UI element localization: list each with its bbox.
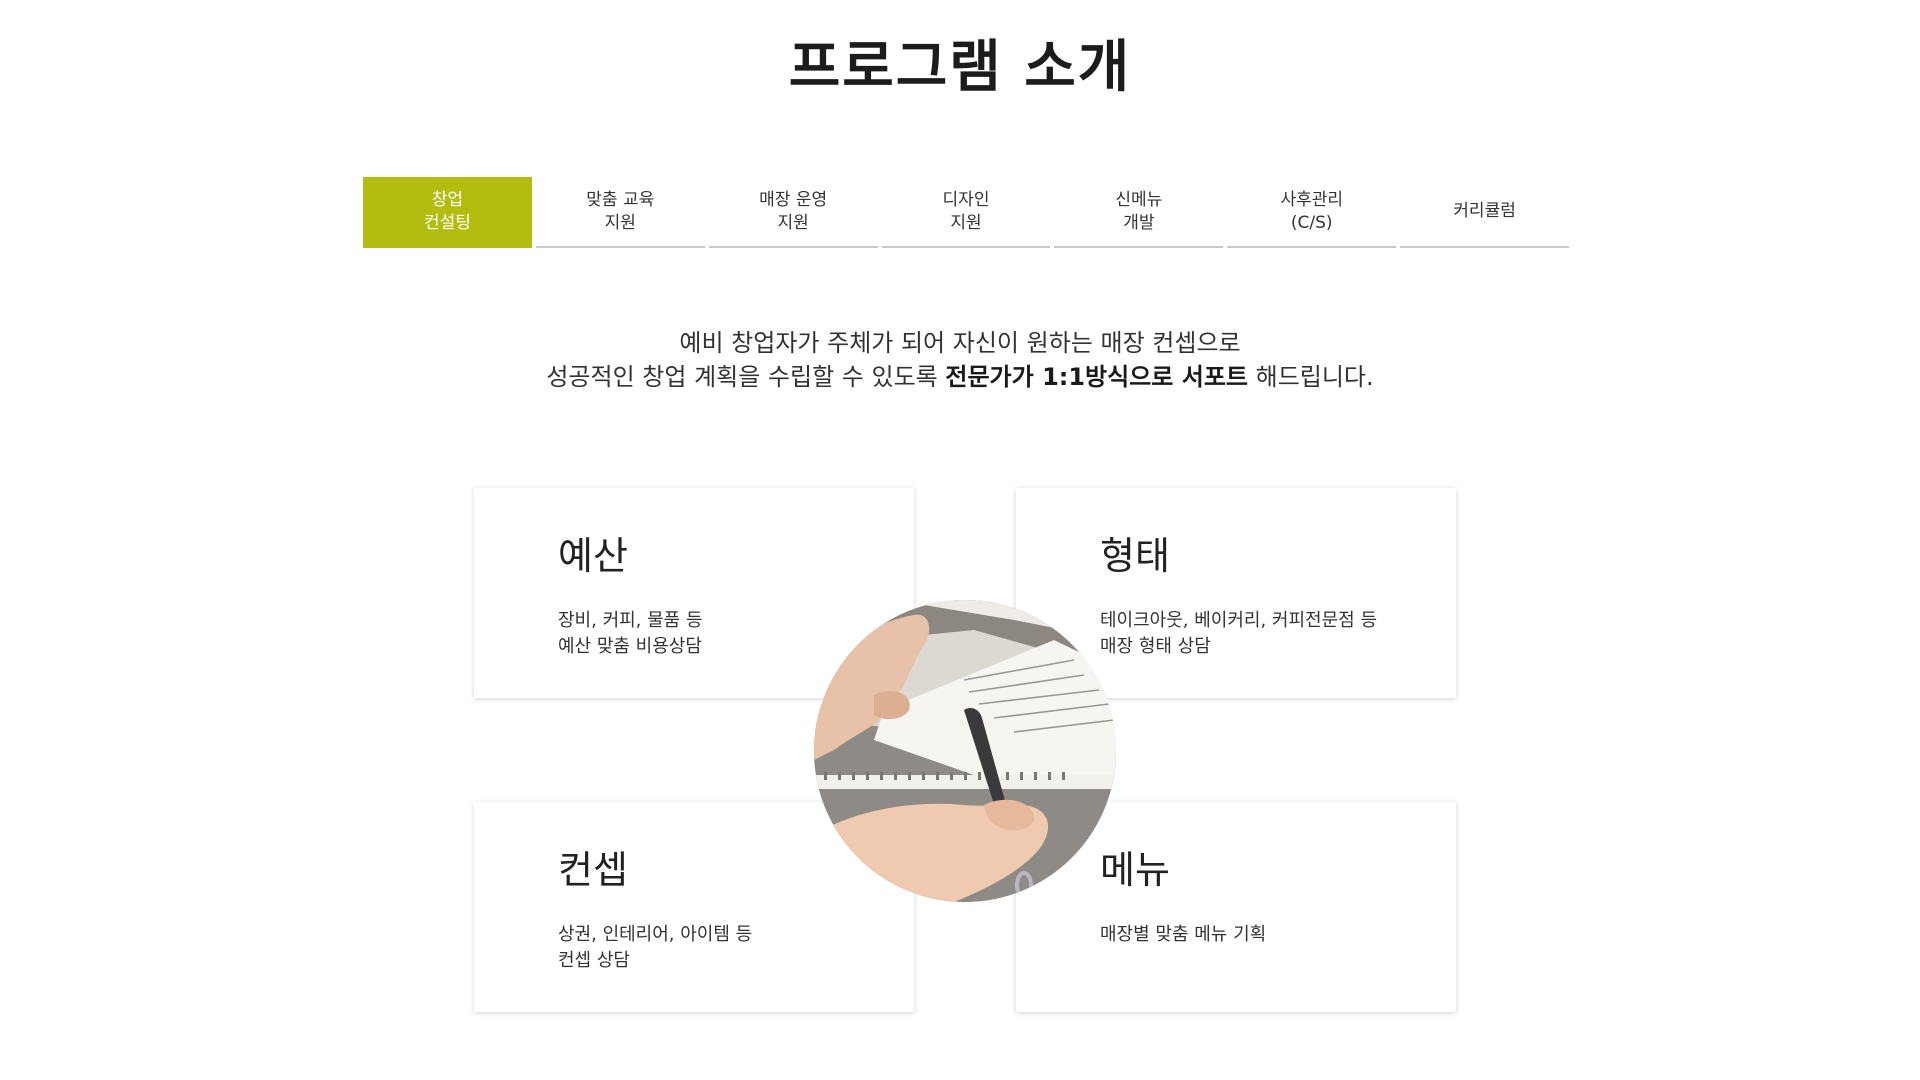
tab-design-support[interactable]: 디자인 지원 [881, 177, 1051, 248]
intro-text: 예비 창업자가 주체가 되어 자신이 원하는 매장 컨셉으로 성공적인 창업 계… [0, 326, 1920, 394]
tab-store-operation[interactable]: 매장 운영 지원 [708, 177, 878, 248]
program-tabs: 창업 컨설팅 맞춤 교육 지원 매장 운영 지원 디자인 지원 신메뉴 개발 사… [363, 177, 1570, 248]
photo-illustration [814, 600, 1116, 902]
program-intro-page: 프로그램 소개 창업 컨설팅 맞춤 교육 지원 매장 운영 지원 디자인 지원 … [0, 0, 1920, 1080]
tab-new-menu[interactable]: 신메뉴 개발 [1054, 177, 1224, 248]
tab-startup-consulting[interactable]: 창업 컨설팅 [363, 177, 532, 248]
card-desc-menu: 매장별 맞춤 메뉴 기획 [1100, 924, 1267, 945]
card-desc-concept: 상권, 인테리어, 아이템 등 컨셉 상담 [558, 924, 753, 971]
card-title-budget: 예산 [558, 534, 628, 578]
tab-curriculum[interactable]: 커리큘럼 [1400, 177, 1570, 248]
intro-line-2-suffix: 해드립니다. [1247, 363, 1374, 391]
hands-signing-document-photo [814, 600, 1116, 902]
tab-after-service[interactable]: 사후관리 (C/S) [1227, 177, 1397, 248]
card-title-type: 형태 [1100, 534, 1170, 578]
card-title-menu: 메뉴 [1100, 848, 1170, 892]
intro-line-2-prefix: 성공적인 창업 계획을 수립할 수 있도록 [546, 363, 946, 391]
intro-line-2: 성공적인 창업 계획을 수립할 수 있도록 전문가가 1:1방식으로 서포트 해… [0, 360, 1920, 394]
tab-custom-education[interactable]: 맞춤 교육 지원 [535, 177, 705, 248]
page-title: 프로그램 소개 [788, 35, 1132, 100]
intro-highlight: 전문가가 1:1방식으로 서포트 [945, 363, 1248, 391]
card-desc-type: 테이크아웃, 베이커리, 커피전문점 등 매장 형태 상담 [1100, 610, 1378, 657]
intro-line-1: 예비 창업자가 주체가 되어 자신이 원하는 매장 컨셉으로 [679, 329, 1241, 357]
